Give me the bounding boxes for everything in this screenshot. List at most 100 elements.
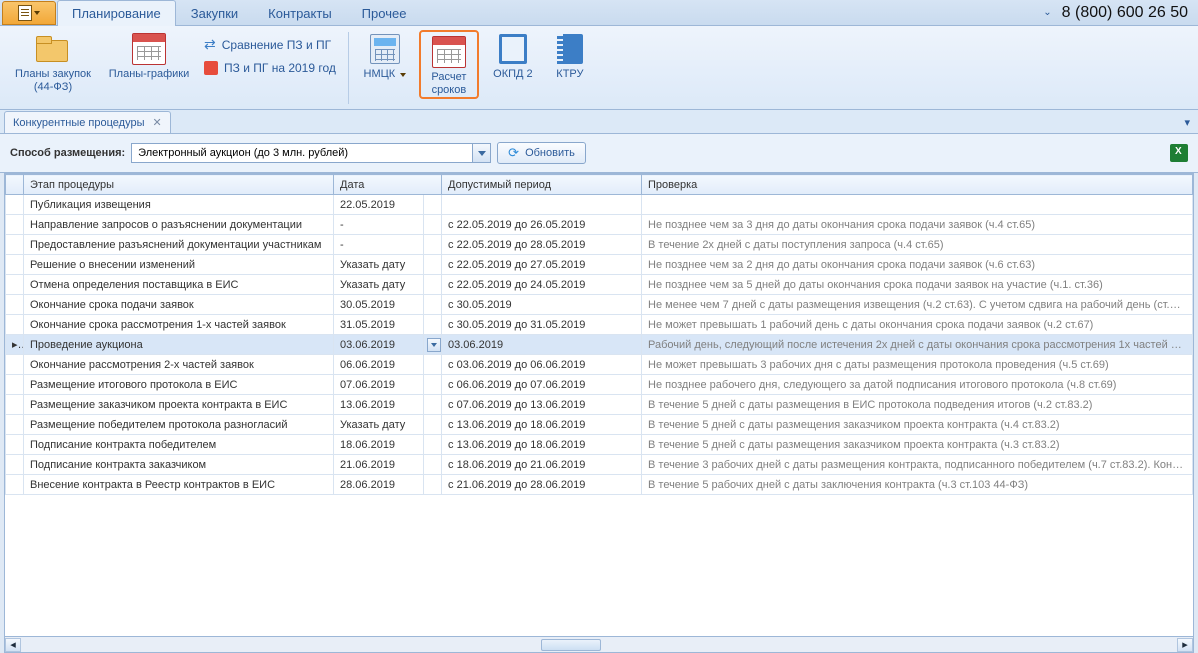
collapse-ribbon-button[interactable]: ⌄ — [1043, 7, 1051, 18]
cell-stage: Проведение аукциона — [24, 335, 334, 355]
refresh-icon: ⟳ — [508, 145, 519, 161]
cell-check: Не может превышать 3 рабочих дня с даты … — [642, 355, 1193, 375]
cell-date[interactable]: 28.06.2019 — [334, 475, 424, 495]
cell-date[interactable]: 22.05.2019 — [334, 195, 424, 215]
pzpg-2019-button[interactable]: ПЗ и ПГ на 2019 год — [200, 59, 340, 77]
tab-other[interactable]: Прочее — [347, 0, 422, 26]
export-excel-button[interactable] — [1170, 144, 1188, 162]
cell-date-dropdown — [424, 215, 442, 235]
scroll-track[interactable] — [21, 638, 1177, 652]
table-row[interactable]: Подписание контракта заказчиком21.06.201… — [6, 455, 1193, 475]
ktru-button[interactable]: КТРУ — [547, 30, 593, 81]
cell-date[interactable]: Указать дату — [334, 415, 424, 435]
table-row[interactable]: Направление запросов о разъяснении докум… — [6, 215, 1193, 235]
row-indicator — [6, 235, 24, 255]
placement-method-combo[interactable] — [131, 143, 491, 163]
scroll-thumb[interactable] — [541, 639, 601, 651]
plans-button[interactable]: Планы закупок (44-ФЗ) — [8, 30, 98, 93]
cell-period: с 13.06.2019 до 18.06.2019 — [442, 435, 642, 455]
cell-check: В течение 5 дней с даты размещения заказ… — [642, 415, 1193, 435]
cell-date[interactable]: 31.05.2019 — [334, 315, 424, 335]
calc-deadlines-button[interactable]: Расчет сроков — [422, 33, 476, 96]
compare-icon: ⇄ — [204, 36, 216, 53]
compare-plans-button[interactable]: ⇄ Сравнение ПЗ и ПГ — [200, 34, 340, 55]
cell-date-dropdown — [424, 235, 442, 255]
col-period[interactable]: Допустимый период — [442, 175, 642, 195]
tab-contracts[interactable]: Контракты — [253, 0, 347, 26]
scroll-left-button[interactable]: ◂ — [5, 638, 21, 652]
row-indicator — [6, 375, 24, 395]
cell-date[interactable]: 03.06.2019 — [334, 335, 424, 355]
cell-check: В течение 5 дней с даты размещения в ЕИС… — [642, 395, 1193, 415]
table-row[interactable]: ▸Проведение аукциона03.06.201903.06.2019… — [6, 335, 1193, 355]
table-row[interactable]: Окончание срока рассмотрения 1-х частей … — [6, 315, 1193, 335]
cell-period: с 30.05.2019 до 31.05.2019 — [442, 315, 642, 335]
table-row[interactable]: Отмена определения поставщика в ЕИСУказа… — [6, 275, 1193, 295]
cell-date[interactable]: - — [334, 215, 424, 235]
workspace-tab-procedures[interactable]: Конкурентные процедуры ✕ — [4, 111, 171, 133]
cell-date[interactable]: 06.06.2019 — [334, 355, 424, 375]
table-row[interactable]: Окончание рассмотрения 2-х частей заявок… — [6, 355, 1193, 375]
cell-period: с 07.06.2019 до 13.06.2019 — [442, 395, 642, 415]
table-row[interactable]: Размещение итогового протокола в ЕИС07.0… — [6, 375, 1193, 395]
table-row[interactable]: Подписание контракта победителем18.06.20… — [6, 435, 1193, 455]
row-indicator — [6, 455, 24, 475]
calc-deadlines-label: Расчет сроков — [424, 71, 474, 96]
ktru-label: КТРУ — [556, 68, 583, 81]
workspace-menu-button[interactable]: ▾ — [1176, 112, 1198, 133]
combo-dropdown-button[interactable] — [472, 144, 490, 162]
refresh-button[interactable]: ⟳ Обновить — [497, 142, 586, 164]
support-phone: 8 (800) 600 26 50 — [1062, 4, 1188, 22]
row-indicator — [6, 395, 24, 415]
cell-date-dropdown — [424, 315, 442, 335]
cell-period: с 03.06.2019 до 06.06.2019 — [442, 355, 642, 375]
cell-date[interactable]: 13.06.2019 — [334, 395, 424, 415]
cell-date[interactable]: 18.06.2019 — [334, 435, 424, 455]
cell-stage: Публикация извещения — [24, 195, 334, 215]
cell-date-dropdown — [424, 395, 442, 415]
tab-planning[interactable]: Планирование — [57, 0, 176, 26]
cell-date[interactable]: 30.05.2019 — [334, 295, 424, 315]
placement-method-input[interactable] — [132, 147, 472, 159]
schedules-label: Планы-графики — [109, 68, 190, 81]
cell-stage: Подписание контракта победителем — [24, 435, 334, 455]
cell-date[interactable]: 21.06.2019 — [334, 455, 424, 475]
grid: Этап процедуры Дата Допустимый период Пр… — [4, 173, 1194, 653]
cell-period: с 22.05.2019 до 24.05.2019 — [442, 275, 642, 295]
schedules-button[interactable]: Планы-графики — [104, 30, 194, 81]
col-stage[interactable]: Этап процедуры — [24, 175, 334, 195]
refresh-label: Обновить — [525, 147, 575, 159]
table-row[interactable]: Публикация извещения22.05.2019 — [6, 195, 1193, 215]
cell-check: Не позднее чем за 3 дня до даты окончани… — [642, 215, 1193, 235]
row-indicator — [6, 195, 24, 215]
col-date[interactable]: Дата — [334, 175, 442, 195]
app-menu-button[interactable] — [2, 1, 56, 25]
cell-check: Не менее чем 7 дней с даты размещения из… — [642, 295, 1193, 315]
cell-date[interactable]: Указать дату — [334, 255, 424, 275]
date-picker-button[interactable] — [427, 338, 441, 352]
table-row[interactable]: Внесение контракта в Реестр контрактов в… — [6, 475, 1193, 495]
cell-check: Не позднее чем за 5 дней до даты окончан… — [642, 275, 1193, 295]
cell-date-dropdown — [424, 355, 442, 375]
col-check[interactable]: Проверка — [642, 175, 1193, 195]
table-row[interactable]: Предоставление разъяснений документации … — [6, 235, 1193, 255]
calendar-icon — [132, 33, 166, 65]
cell-date-dropdown[interactable] — [424, 335, 442, 355]
col-indicator[interactable] — [6, 175, 24, 195]
tab-purchases[interactable]: Закупки — [176, 0, 253, 26]
cell-date[interactable]: Указать дату — [334, 275, 424, 295]
cell-stage: Размещение итогового протокола в ЕИС — [24, 375, 334, 395]
table-row[interactable]: Размещение заказчиком проекта контракта … — [6, 395, 1193, 415]
scroll-right-button[interactable]: ▸ — [1177, 638, 1193, 652]
okpd2-button[interactable]: ОКПД 2 — [485, 30, 541, 81]
table-row[interactable]: Окончание срока подачи заявок30.05.2019с… — [6, 295, 1193, 315]
close-tab-button[interactable]: ✕ — [152, 116, 161, 129]
horizontal-scrollbar[interactable]: ◂ ▸ — [5, 636, 1193, 652]
cell-date[interactable]: 07.06.2019 — [334, 375, 424, 395]
cell-check: Не позднее чем за 2 дня до даты окончани… — [642, 255, 1193, 275]
table-row[interactable]: Решение о внесении измененийУказать дату… — [6, 255, 1193, 275]
cell-stage: Отмена определения поставщика в ЕИС — [24, 275, 334, 295]
table-row[interactable]: Размещение победителем протокола разногл… — [6, 415, 1193, 435]
nmck-button[interactable]: НМЦК — [357, 30, 413, 81]
cell-date[interactable]: - — [334, 235, 424, 255]
